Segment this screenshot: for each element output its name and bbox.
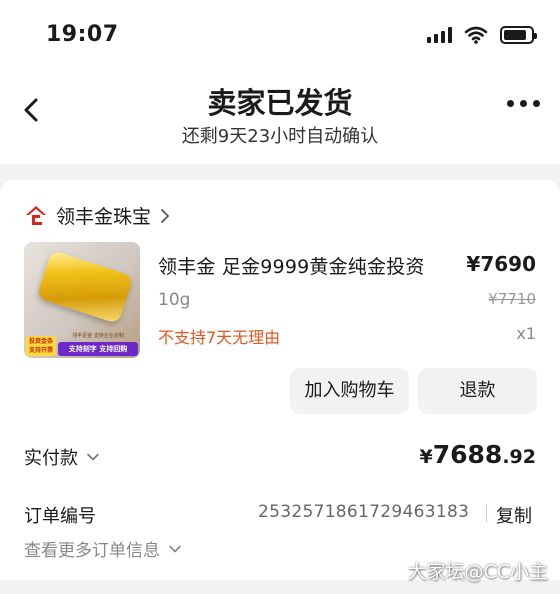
nav-bar: 卖家已发货 还剩9天23小时自动确认: [0, 68, 560, 164]
product-quantity: x1: [516, 324, 536, 343]
add-to-cart-button[interactable]: 加入购物车: [290, 368, 409, 414]
divider: [486, 504, 487, 522]
product-original-price: ¥7710: [488, 290, 536, 308]
order-number: 2532571861729463183: [258, 502, 470, 522]
paid-label: 实付款: [24, 448, 78, 469]
signal-icon: [427, 27, 452, 43]
status-time: 19:07: [46, 22, 119, 47]
paid-integer: 7688: [432, 440, 503, 469]
thumb-tag-invoice: 投资金条 支持开票: [26, 336, 56, 356]
product-price: ¥7690: [466, 252, 536, 276]
order-number-label: 订单编号: [24, 506, 96, 527]
chevron-down-icon: [169, 545, 181, 552]
gold-bar-image: [36, 249, 134, 325]
paid-amount-toggle[interactable]: 实付款: [24, 444, 100, 470]
refund-button[interactable]: 退款: [418, 368, 537, 414]
chevron-down-icon: [87, 453, 99, 461]
product-thumbnail[interactable]: 投资金条 支持开票 翎丰足金 支持企业定制 支持刻字 支持回购: [24, 242, 140, 358]
shop-name: 领丰金珠宝: [56, 206, 152, 228]
order-card: 领丰金珠宝 投资金条 支持开票 翎丰足金 支持企业定制 支持刻字 支持回购 领丰…: [0, 180, 560, 580]
paid-decimal: .92: [502, 446, 536, 468]
product-spec: 10g: [158, 290, 191, 310]
shop-header[interactable]: 领丰金珠宝: [24, 202, 171, 229]
more-order-info-label: 查看更多订单信息: [24, 541, 160, 561]
status-icons: [427, 26, 537, 44]
watermark: 大家坛@CC小主: [407, 561, 548, 583]
shop-logo-icon: [26, 205, 46, 225]
thumb-tag-engrave: 支持刻字 支持回购: [58, 342, 138, 356]
battery-fill: [504, 30, 527, 40]
page-subtitle: 还剩9天23小时自动确认: [181, 126, 379, 147]
thumb-tag-custom: 翎丰足金 支持企业定制: [72, 333, 124, 339]
status-bar: 19:07: [0, 0, 560, 68]
more-order-info-toggle[interactable]: 查看更多订单信息: [24, 536, 182, 561]
page-title: 卖家已发货: [207, 86, 353, 120]
chevron-right-icon: [161, 208, 169, 223]
paid-currency: ¥: [419, 446, 433, 468]
paid-amount: ¥7688.92: [420, 440, 537, 469]
battery-icon: [500, 26, 537, 44]
wifi-icon: [464, 26, 488, 44]
return-policy-notice: 不支持7天无理由: [158, 328, 281, 347]
more-icon[interactable]: [507, 100, 540, 107]
copy-button[interactable]: 复制: [496, 502, 532, 528]
product-name[interactable]: 领丰金 足金9999黄金纯金投资: [158, 252, 425, 279]
